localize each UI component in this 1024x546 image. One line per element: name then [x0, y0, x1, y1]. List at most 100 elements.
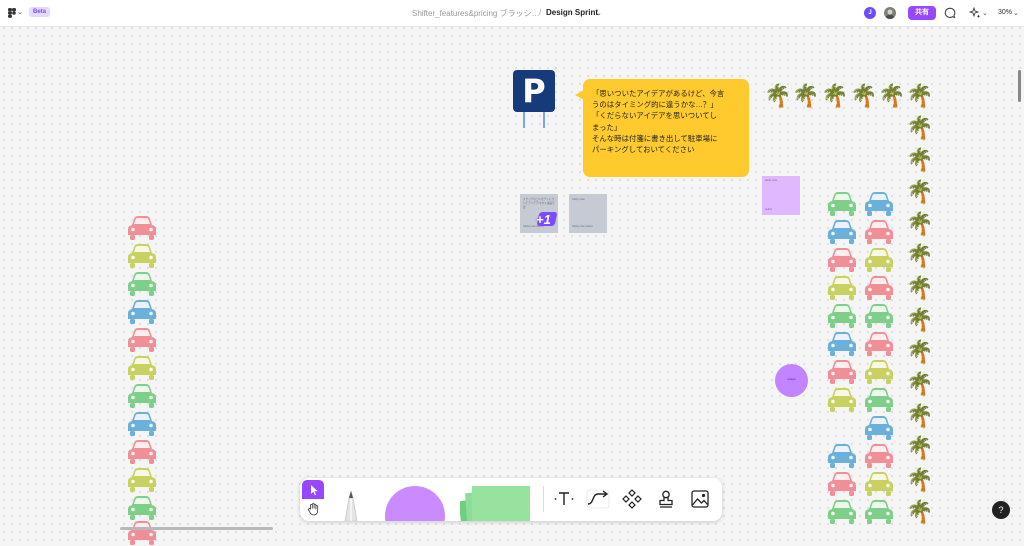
car-icon[interactable]: [864, 359, 894, 385]
car-icon[interactable]: [127, 355, 157, 381]
card-text: スケッチのコンセプトについてアイデア/今すぐ議論不要: [523, 198, 555, 209]
palm-tree-icon[interactable]: 🌴: [764, 85, 791, 107]
car-icon[interactable]: [127, 467, 157, 493]
select-tool[interactable]: [302, 480, 324, 499]
car-icon[interactable]: [127, 495, 157, 521]
comment-icon[interactable]: [944, 7, 956, 19]
stamp-tool-icon[interactable]: [656, 489, 676, 509]
palm-tree-icon[interactable]: 🌴: [906, 437, 933, 459]
bubble-line: 「くだらないアイデアを思いついてし: [592, 111, 718, 121]
car-icon[interactable]: [864, 387, 894, 413]
horizontal-scrollbar[interactable]: [120, 527, 273, 530]
palm-tree-icon[interactable]: 🌴: [906, 245, 933, 267]
sign-pole: [523, 112, 525, 128]
car-icon[interactable]: [827, 303, 857, 329]
car-icon[interactable]: [827, 219, 857, 245]
car-icon[interactable]: [127, 243, 157, 269]
car-icon[interactable]: [827, 275, 857, 301]
circle-text: shape: [787, 377, 796, 381]
toolbar-divider: [543, 486, 544, 512]
car-icon[interactable]: [827, 443, 857, 469]
sticky-card[interactable]: Sticky note Sticky note author: [569, 194, 607, 233]
car-icon[interactable]: [127, 439, 157, 465]
palm-tree-icon[interactable]: 🌴: [906, 501, 933, 523]
sticky-footer: author: [765, 208, 773, 211]
car-icon[interactable]: [864, 499, 894, 525]
palm-tree-icon[interactable]: 🌴: [906, 181, 933, 203]
sticky-tool[interactable]: [460, 485, 532, 521]
car-icon[interactable]: [827, 247, 857, 273]
car-icon[interactable]: [864, 219, 894, 245]
car-icon[interactable]: [827, 331, 857, 357]
palm-tree-icon[interactable]: 🌴: [878, 85, 905, 107]
palm-tree-icon[interactable]: 🌴: [906, 213, 933, 235]
component-tool-icon[interactable]: [622, 489, 642, 509]
car-icon[interactable]: [864, 303, 894, 329]
palm-tree-icon[interactable]: 🌴: [906, 309, 933, 331]
car-icon[interactable]: [864, 443, 894, 469]
parking-letter: P: [522, 72, 546, 110]
palm-tree-icon[interactable]: 🌴: [906, 85, 933, 107]
palm-tree-icon[interactable]: 🌴: [906, 117, 933, 139]
share-button[interactable]: 共有: [908, 6, 936, 20]
purple-sticky-note[interactable]: sticky note author: [762, 176, 800, 215]
car-icon[interactable]: [864, 247, 894, 273]
hand-tool[interactable]: [302, 499, 324, 518]
car-icon[interactable]: [864, 415, 894, 441]
car-icon[interactable]: [127, 520, 157, 546]
vertical-scrollbar[interactable]: [1018, 70, 1021, 102]
cursor-icon: [311, 485, 318, 496]
avatar[interactable]: [884, 7, 896, 19]
connector-tool-icon[interactable]: [586, 489, 610, 509]
file-path[interactable]: Shifter_features&pricing ブラッシ…: [412, 8, 540, 19]
car-icon[interactable]: [827, 471, 857, 497]
car-icon[interactable]: [127, 215, 157, 241]
car-icon[interactable]: [127, 383, 157, 409]
car-icon[interactable]: [127, 327, 157, 353]
car-icon[interactable]: [827, 387, 857, 413]
palm-tree-icon[interactable]: 🌴: [906, 149, 933, 171]
image-tool-icon[interactable]: [690, 489, 710, 509]
shape-tool[interactable]: [384, 485, 446, 521]
car-icon[interactable]: [864, 331, 894, 357]
parking-sign[interactable]: P: [513, 70, 555, 112]
car-icon[interactable]: [864, 471, 894, 497]
sticky-text: sticky note: [765, 179, 778, 182]
palm-tree-icon[interactable]: 🌴: [821, 85, 848, 107]
bubble-line: まった」: [592, 122, 622, 132]
bubble-line: 「思いついたアイデアがあるけど、今言: [592, 89, 725, 98]
car-icon[interactable]: [827, 499, 857, 525]
chevron-down-icon[interactable]: ⌄: [982, 9, 988, 17]
palm-tree-icon[interactable]: 🌴: [906, 373, 933, 395]
car-icon[interactable]: [827, 191, 857, 217]
speech-bubble[interactable]: 「思いついたアイデアがあるけど、今言 うのはタイミング的に違うかな…？」 「くだ…: [583, 79, 749, 177]
car-icon[interactable]: [127, 411, 157, 437]
help-button[interactable]: ?: [992, 501, 1010, 519]
palm-tree-icon[interactable]: 🌴: [850, 85, 877, 107]
ai-sparkle-icon[interactable]: [969, 7, 981, 19]
purple-circle-shape[interactable]: shape: [775, 364, 808, 397]
car-icon[interactable]: [127, 299, 157, 325]
pen-tool[interactable]: [336, 484, 366, 521]
car-icon[interactable]: [864, 275, 894, 301]
palm-tree-icon[interactable]: 🌴: [906, 405, 933, 427]
avatar[interactable]: J: [864, 7, 876, 19]
palm-tree-icon[interactable]: 🌴: [906, 469, 933, 491]
palm-tree-icon[interactable]: 🌴: [906, 341, 933, 363]
chevron-down-icon[interactable]: ⌄: [1013, 9, 1019, 17]
card-footer: Sticky note author: [572, 225, 593, 228]
bubble-line: パーキングしておいてください: [592, 145, 695, 155]
sign-pole: [543, 112, 545, 128]
car-icon[interactable]: [827, 359, 857, 385]
palm-tree-icon[interactable]: 🌴: [792, 85, 819, 107]
car-icon[interactable]: [864, 191, 894, 217]
chevron-down-icon[interactable]: ⌄: [17, 8, 23, 16]
plus-one-stamp[interactable]: +1: [536, 212, 551, 227]
bubble-line: うのはタイミング的に違うかな…？」: [592, 100, 718, 110]
car-icon[interactable]: [127, 271, 157, 297]
text-tool-icon[interactable]: [554, 489, 574, 509]
palm-tree-icon[interactable]: 🌴: [906, 277, 933, 299]
chevron-down-icon[interactable]: ⌄: [596, 9, 602, 17]
zoom-level[interactable]: 30%: [998, 9, 1012, 16]
page-title[interactable]: Design Sprint: [546, 8, 598, 17]
